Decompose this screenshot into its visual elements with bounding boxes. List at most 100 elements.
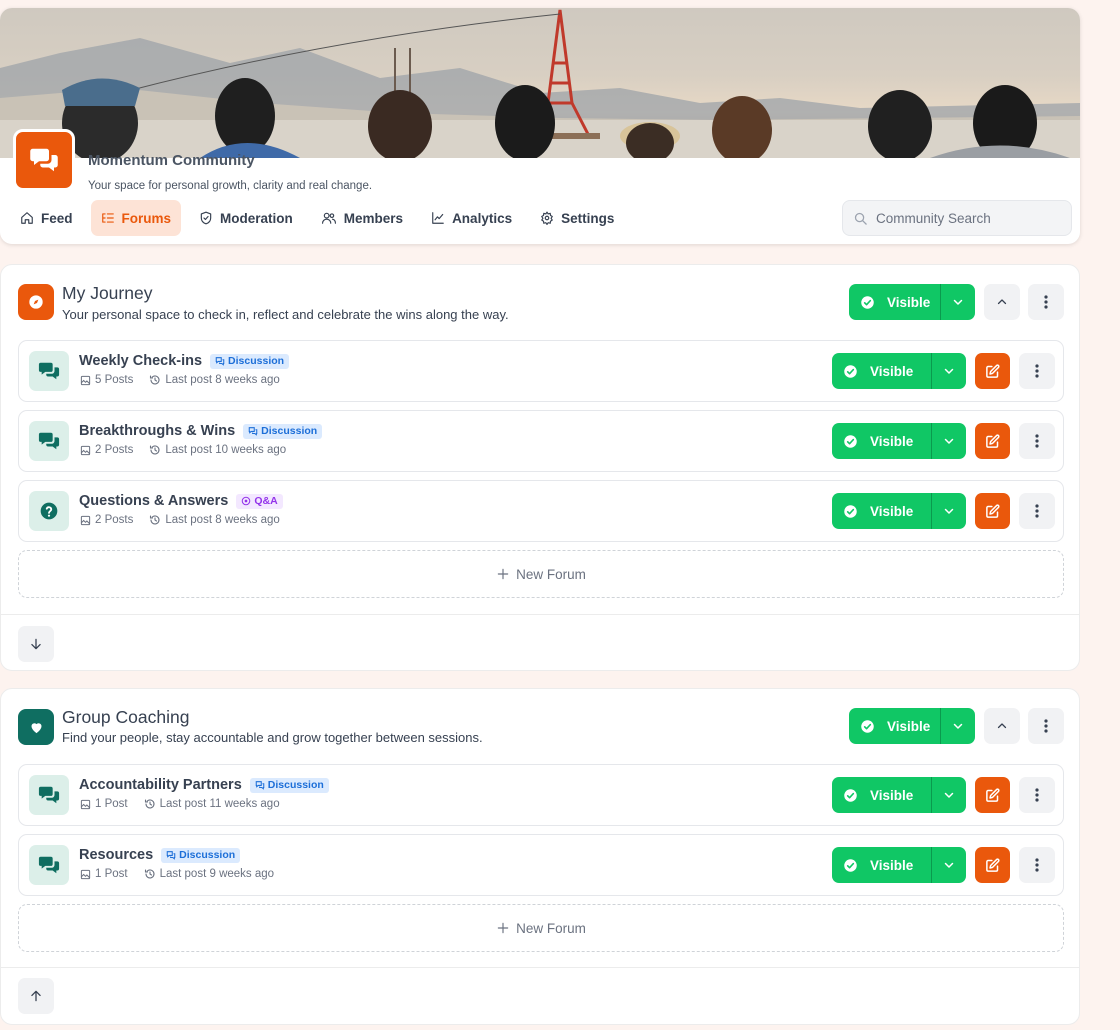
nav-feed[interactable]: Feed [10,200,83,236]
history-icon [150,445,160,455]
forum-title: Breakthroughs & Wins Discussion [79,423,323,439]
forum-meta: 5 Posts Last post 8 weeks ago [80,374,280,386]
forum-title: Questions & Answers Q&A [79,493,283,509]
visibility-label: Visible [870,857,914,873]
visibility-dropdown-button[interactable] [931,493,966,529]
edit-forum-button[interactable] [975,847,1010,883]
question-outline-icon [242,496,251,506]
section-icon [18,709,54,745]
forum-more-button[interactable] [1019,423,1055,459]
new-forum-button[interactable]: New Forum [18,904,1064,952]
new-forum-label: New Forum [516,566,586,582]
nav-settings-label: Settings [561,210,615,226]
plus-icon [497,568,509,580]
visibility-dropdown-button[interactable] [931,423,966,459]
check-circle-icon [844,788,857,802]
forum-row[interactable]: Resources Discussion 1 Post Last post 9 … [18,834,1064,896]
forum-more-button[interactable] [1019,493,1055,529]
chevron-down-icon [944,508,954,514]
nav-settings[interactable]: Settings [530,200,624,236]
section-divider [1,614,1079,615]
forum-more-button[interactable] [1019,353,1055,389]
chat-bubbles-icon [38,786,60,804]
history-icon [150,515,160,525]
more-vertical-icon [1044,295,1048,309]
community-nav: Feed Forums Moderation Members Analytics… [10,200,632,236]
forum-row[interactable]: Weekly Check-ins Discussion 5 Posts Last… [18,340,1064,402]
section-description: Your personal space to check in, reflect… [62,307,509,322]
visibility-dropdown-button[interactable] [940,708,975,744]
edit-icon [986,503,1000,518]
edit-icon [986,363,1000,378]
forum-row[interactable]: Breakthroughs & Wins Discussion 2 Posts … [18,410,1064,472]
chat-outline-icon [166,851,176,860]
forum-icon [29,845,69,885]
edit-icon [986,857,1000,872]
edit-forum-button[interactable] [975,777,1010,813]
move-section-up-button[interactable] [18,978,54,1014]
visibility-dropdown-button[interactable] [931,353,966,389]
visibility-button[interactable]: Visible [832,847,931,883]
section-description: Find your people, stay accountable and g… [62,730,483,745]
collapse-section-button[interactable] [984,708,1020,744]
section-more-button[interactable] [1028,708,1064,744]
forum-row[interactable]: Questions & Answers Q&A 2 Posts Last pos… [18,480,1064,542]
edit-forum-button[interactable] [975,423,1010,459]
chat-bubbles-icon [38,432,60,450]
visibility-dropdown-button[interactable] [931,847,966,883]
forum-row[interactable]: Accountability Partners Discussion 1 Pos… [18,764,1064,826]
section-my-journey: My Journey Your personal space to check … [0,264,1080,671]
section-visibility-control: Visible [849,284,975,320]
forum-icon [29,491,69,531]
search-input[interactable] [876,210,1066,226]
nav-forums[interactable]: Forums [90,200,182,236]
section-more-button[interactable] [1028,284,1064,320]
nav-analytics[interactable]: Analytics [421,200,522,236]
visibility-label: Visible [870,787,914,803]
gear-icon [541,211,553,225]
visibility-button[interactable]: Visible [832,777,931,813]
forum-type-label: Discussion [261,425,318,437]
nav-members[interactable]: Members [311,200,413,236]
forum-visibility-control: Visible [832,777,966,813]
visibility-button[interactable]: Visible [832,353,931,389]
visibility-button[interactable]: Visible [832,423,931,459]
history-icon [150,375,160,385]
visibility-button[interactable]: Visible [849,708,940,744]
move-section-down-button[interactable] [18,626,54,662]
chat-bubbles-icon [38,362,60,380]
community-name: Momentum Community [88,152,255,169]
check-circle-icon [844,434,857,448]
collapse-section-button[interactable] [984,284,1020,320]
question-circle-icon [40,502,58,520]
chevron-down-icon [944,368,954,374]
community-search[interactable] [842,200,1072,236]
visibility-button[interactable]: Visible [832,493,931,529]
forum-more-button[interactable] [1019,777,1055,813]
visibility-dropdown-button[interactable] [931,777,966,813]
chat-outline-icon [248,427,258,436]
forum-more-button[interactable] [1019,847,1055,883]
visibility-button[interactable]: Visible [849,284,940,320]
check-circle-icon [844,364,857,378]
forum-meta: 1 Post Last post 11 weeks ago [80,798,280,810]
shield-check-icon [200,211,212,225]
nav-moderation[interactable]: Moderation [189,200,303,236]
forum-type-badge: Discussion [161,847,241,863]
forum-post-count: 2 Posts [95,514,134,526]
edit-forum-button[interactable] [975,353,1010,389]
image-icon [80,869,91,879]
forum-post-count: 5 Posts [95,374,134,386]
visibility-dropdown-button[interactable] [940,284,975,320]
visibility-label: Visible [887,294,931,310]
forum-type-label: Discussion [228,355,285,367]
forum-icon [29,421,69,461]
check-circle-icon [861,295,874,309]
nav-moderation-label: Moderation [220,210,293,226]
forum-visibility-control: Visible [832,847,966,883]
edit-forum-button[interactable] [975,493,1010,529]
forum-type-label: Discussion [267,779,324,791]
new-forum-button[interactable]: New Forum [18,550,1064,598]
forum-icon [29,775,69,815]
visibility-label: Visible [870,363,914,379]
